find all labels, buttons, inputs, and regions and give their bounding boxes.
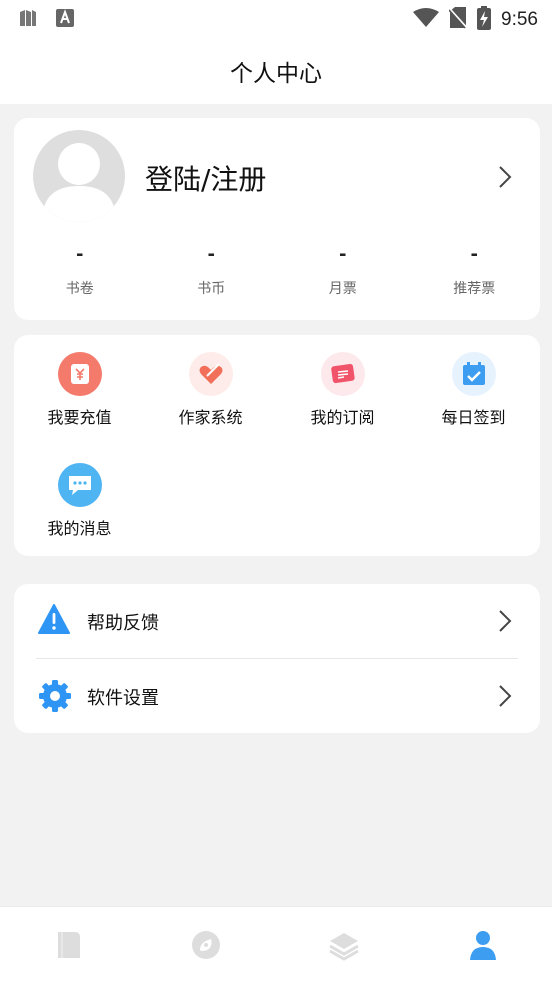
gear-icon: [38, 679, 72, 717]
profile-icon: [470, 931, 496, 960]
service-recharge[interactable]: 我要充值: [14, 352, 145, 428]
stat-label: 月票: [328, 281, 357, 297]
service-label: 我要充值: [47, 408, 112, 427]
service-subscription[interactable]: 我的订阅: [277, 352, 408, 428]
stat-book-coins[interactable]: - 书币: [146, 244, 278, 298]
calendar-check-icon: [451, 352, 496, 396]
service-label: 作家系统: [178, 408, 243, 427]
service-writer-system[interactable]: 作家系统: [145, 352, 276, 428]
help-feedback-label: 帮助反馈: [87, 613, 159, 634]
services-card: 我要充值 作家系统 我的订阅 每日签到 我的消息: [14, 335, 540, 556]
service-daily-checkin[interactable]: 每日签到: [408, 352, 539, 428]
stat-label: 推荐票: [453, 281, 496, 297]
battery-charging-icon: [477, 6, 492, 34]
tab-bookshelf[interactable]: [53, 929, 85, 961]
subscription-card-icon: [320, 352, 365, 396]
category-layers-icon: [329, 933, 359, 961]
bookshelf-icon: [58, 932, 80, 958]
page-header: 个人中心: [0, 38, 552, 104]
software-settings-label: 软件设置: [87, 688, 159, 709]
service-label: 每日签到: [441, 408, 506, 427]
page-title: 个人中心: [230, 61, 322, 87]
stats-row: - 书卷 - 书币 - 月票 - 推荐票: [14, 244, 540, 298]
status-bar: 9:56: [0, 0, 552, 38]
bottom-tab-bar: [0, 906, 552, 984]
wallet-recharge-icon: [57, 352, 102, 396]
tab-profile[interactable]: [467, 929, 499, 961]
app-notification-icon: [56, 9, 74, 31]
message-bubble-icon: [57, 463, 102, 507]
service-label: 我的消息: [47, 519, 112, 538]
chevron-right-icon[interactable]: [498, 166, 512, 192]
settings-card: 帮助反馈 软件设置: [14, 584, 540, 733]
writer-heart-icon: [188, 352, 233, 396]
stat-monthly-tickets[interactable]: - 月票: [277, 244, 409, 298]
stat-value: -: [470, 244, 478, 265]
chevron-right-icon: [498, 610, 512, 636]
status-time: 9:56: [501, 9, 538, 30]
service-label: 我的订阅: [310, 408, 375, 427]
help-feedback-row[interactable]: 帮助反馈: [14, 584, 540, 659]
stat-value: -: [207, 244, 215, 265]
wifi-icon: [413, 8, 440, 32]
no-sim-icon: [448, 7, 468, 33]
stat-book-vouchers[interactable]: - 书卷: [14, 244, 146, 298]
tab-discover[interactable]: [190, 929, 222, 961]
stat-recommend-tickets[interactable]: - 推荐票: [409, 244, 541, 298]
software-settings-row[interactable]: 软件设置: [14, 659, 540, 733]
tab-category[interactable]: [328, 929, 360, 961]
profile-card: 登陆/注册 - 书卷 - 书币 - 月票 - 推荐票: [14, 118, 540, 320]
warning-icon: [38, 604, 70, 638]
stat-value: -: [339, 244, 347, 265]
service-messages[interactable]: 我的消息: [14, 463, 145, 539]
sim-card-icon: [18, 9, 38, 31]
stat-value: -: [76, 244, 84, 265]
stat-label: 书卷: [65, 281, 94, 297]
default-user-icon: [43, 143, 115, 222]
stat-label: 书币: [197, 281, 226, 297]
discover-icon: [192, 931, 220, 959]
login-register-link[interactable]: 登陆/注册: [145, 158, 266, 198]
chevron-right-icon: [498, 685, 512, 711]
avatar[interactable]: [33, 130, 125, 222]
